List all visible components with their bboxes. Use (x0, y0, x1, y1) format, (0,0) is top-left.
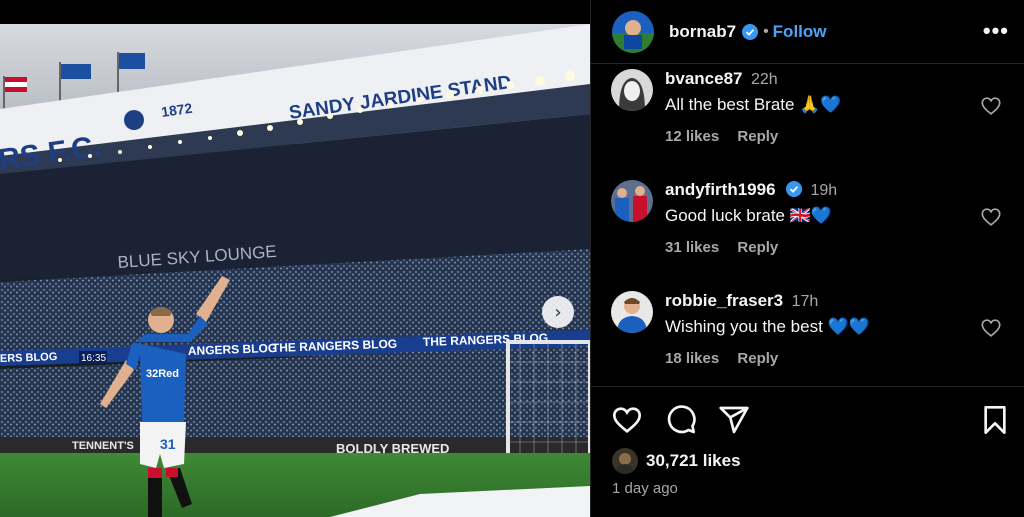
liker-avatar (612, 448, 638, 474)
comment-likes[interactable]: 12 likes (665, 128, 719, 145)
commenter-avatar[interactable] (611, 69, 653, 111)
heart-icon[interactable] (980, 317, 1002, 339)
verified-badge-icon (786, 181, 802, 197)
bookmark-icon[interactable] (979, 404, 1011, 436)
post-side-panel: bornab7 • Follow ••• bvance87 22h All th… (590, 0, 1024, 517)
comment-likes[interactable]: 31 likes (665, 239, 719, 256)
heart-icon[interactable] (980, 95, 1002, 117)
likes-count[interactable]: 30,721 likes (646, 451, 741, 471)
post-actions-bar (591, 404, 1024, 440)
comment-username[interactable]: andyfirth1996 (665, 180, 776, 199)
verified-badge-icon (742, 23, 759, 40)
reply-button[interactable]: Reply (737, 239, 778, 256)
comment-text: Good luck brate 🇬🇧💙 (665, 206, 833, 225)
share-icon[interactable] (718, 404, 750, 436)
reply-button[interactable]: Reply (737, 350, 778, 367)
commenter-avatar[interactable] (611, 291, 653, 333)
comment-time: 22h (750, 71, 778, 88)
shirt-number: 31 (160, 436, 176, 452)
chevron-right-icon: › (554, 301, 562, 323)
comment-text: Wishing you the best 💙💙 (665, 317, 870, 336)
post-photo[interactable]: SANDY JARDINE STAND RS F.C. 1872 BLUE SK… (0, 24, 590, 517)
more-options-icon[interactable]: ••• (983, 18, 1009, 44)
post-header: bornab7 • Follow ••• (591, 0, 1024, 64)
likes-summary[interactable]: 30,721 likes (612, 448, 741, 474)
shirt-sponsor: 32Red (146, 368, 179, 380)
post-date[interactable]: 1 day ago (612, 480, 678, 497)
author-avatar[interactable] (612, 10, 654, 53)
bottom-ad-1: TENNENT'S (72, 440, 134, 452)
commenter-avatar[interactable] (611, 180, 653, 222)
comment-likes[interactable]: 18 likes (665, 350, 719, 367)
next-photo-button[interactable]: › (542, 296, 574, 328)
comment-icon[interactable] (665, 404, 697, 436)
heart-icon[interactable] (980, 206, 1002, 228)
comment-text: All the best Brate 🙏💙 (665, 95, 842, 114)
like-heart-icon[interactable] (611, 404, 643, 436)
author-username[interactable]: bornab7 (669, 22, 736, 42)
stadium-clock: 16:35 (81, 353, 106, 364)
board-text-1: ERS BLOG (0, 351, 58, 365)
header-separator: • (763, 22, 769, 40)
comments-list[interactable]: bvance87 22h All the best Brate 🙏💙 12 li… (591, 65, 1024, 387)
comment-time: 19h (810, 182, 838, 199)
follow-button[interactable]: Follow (773, 22, 827, 42)
comment-username[interactable]: bvance87 (665, 69, 743, 88)
comment-time: 17h (791, 293, 819, 310)
reply-button[interactable]: Reply (737, 128, 778, 145)
comment-username[interactable]: robbie_fraser3 (665, 291, 783, 310)
stadium-photo: SANDY JARDINE STAND RS F.C. 1872 BLUE SK… (0, 24, 590, 517)
